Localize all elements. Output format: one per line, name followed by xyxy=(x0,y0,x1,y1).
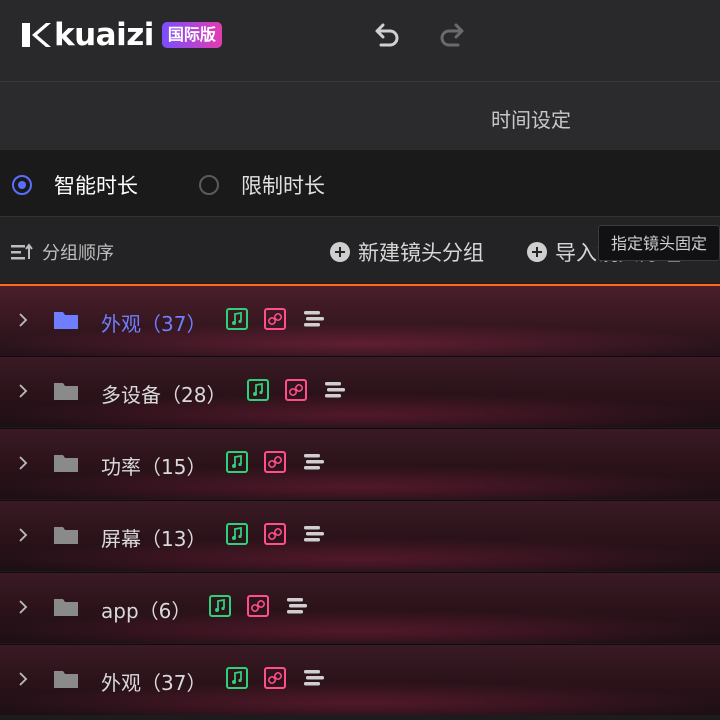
page-title: 时间设定 xyxy=(491,108,571,132)
folder-icon xyxy=(54,312,78,329)
group-order-button[interactable]: 分组顺序 xyxy=(10,239,114,265)
group-badges xyxy=(226,523,326,545)
smart-duration-label: 智能时长 xyxy=(54,174,138,198)
link-icon[interactable] xyxy=(264,523,286,545)
logo-mark-icon xyxy=(22,23,51,47)
link-icon[interactable] xyxy=(264,667,286,689)
top-bar: kuaizi 国际版 xyxy=(0,0,720,82)
music-icon[interactable] xyxy=(226,667,248,689)
smart-duration-radio[interactable] xyxy=(12,175,32,195)
new-shot-group-button[interactable]: 新建镜头分组 xyxy=(330,237,484,267)
group-badges xyxy=(247,379,347,401)
music-icon[interactable] xyxy=(226,523,248,545)
section-header: 时间设定 xyxy=(0,82,720,150)
group-row[interactable]: 多设备（28） xyxy=(0,356,720,427)
group-name: 外观（37） xyxy=(101,671,207,695)
group-row[interactable]: 外观（37） xyxy=(0,644,720,715)
group-row[interactable]: app（6） xyxy=(0,572,720,643)
limit-duration-label: 限制时长 xyxy=(241,174,325,198)
group-order-label: 分组顺序 xyxy=(42,243,114,264)
smart-duration-option[interactable]: 智能时长 xyxy=(12,170,138,200)
tooltip: 指定镜头固定 xyxy=(598,225,720,261)
chevron-right-icon[interactable] xyxy=(17,671,29,687)
chevron-right-icon[interactable] xyxy=(17,455,29,471)
lines-icon[interactable] xyxy=(285,595,309,617)
limit-duration-radio[interactable] xyxy=(199,175,219,195)
link-icon[interactable] xyxy=(247,595,269,617)
plus-circle-icon xyxy=(527,242,547,262)
folder-icon xyxy=(54,671,78,688)
sort-icon xyxy=(11,243,33,260)
chevron-right-icon[interactable] xyxy=(17,383,29,399)
undo-button[interactable] xyxy=(369,20,403,54)
group-row[interactable]: 外观（37） xyxy=(0,284,720,358)
link-icon[interactable] xyxy=(285,379,307,401)
folder-icon xyxy=(54,599,78,616)
link-icon[interactable] xyxy=(264,308,286,330)
new-shot-group-label: 新建镜头分组 xyxy=(358,241,484,265)
lines-icon[interactable] xyxy=(302,667,326,689)
duration-mode-group: 智能时长 限制时长 xyxy=(0,150,720,217)
edition-badge: 国际版 xyxy=(161,22,222,48)
redo-icon xyxy=(440,23,464,47)
lines-icon[interactable] xyxy=(302,451,326,473)
group-row[interactable]: 屏幕（13） xyxy=(0,500,720,571)
group-name: 多设备（28） xyxy=(101,383,227,407)
group-row[interactable]: 功率（15） xyxy=(0,428,720,499)
group-name: 功率（15） xyxy=(101,455,207,479)
link-icon[interactable] xyxy=(264,451,286,473)
group-badges xyxy=(226,308,326,330)
undo-icon xyxy=(375,23,399,47)
folder-icon xyxy=(54,455,78,472)
group-name: app（6） xyxy=(101,599,192,623)
group-badges xyxy=(226,451,326,473)
group-name: 屏幕（13） xyxy=(101,527,207,551)
chevron-right-icon[interactable] xyxy=(17,312,29,328)
folder-icon xyxy=(54,383,78,400)
lines-icon[interactable] xyxy=(302,523,326,545)
limit-duration-option[interactable]: 限制时长 xyxy=(199,170,325,200)
chevron-right-icon[interactable] xyxy=(17,599,29,615)
music-icon[interactable] xyxy=(209,595,231,617)
folder-icon xyxy=(54,527,78,544)
chevron-right-icon[interactable] xyxy=(17,527,29,543)
music-icon[interactable] xyxy=(247,379,269,401)
lines-icon[interactable] xyxy=(323,379,347,401)
group-name: 外观（37） xyxy=(101,312,207,336)
group-badges xyxy=(209,595,309,617)
music-icon[interactable] xyxy=(226,308,248,330)
music-icon[interactable] xyxy=(226,451,248,473)
logo-text: kuaizi xyxy=(54,17,154,53)
lines-icon[interactable] xyxy=(302,308,326,330)
app-logo: kuaizi 国际版 xyxy=(20,18,222,52)
plus-circle-icon xyxy=(330,242,350,262)
group-badges xyxy=(226,667,326,689)
redo-button[interactable] xyxy=(436,20,470,54)
